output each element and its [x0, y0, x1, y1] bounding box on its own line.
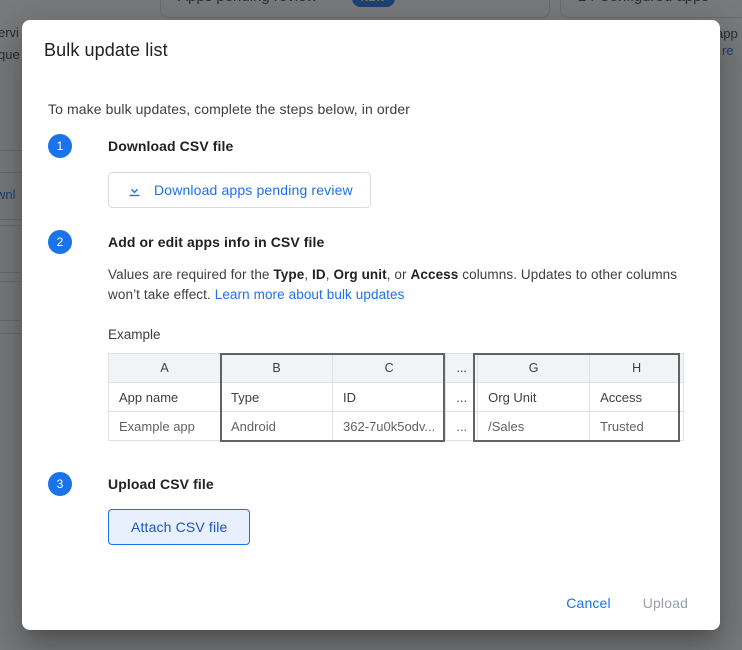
- step-1-download: 1 Download CSV file Download apps pendin…: [44, 134, 698, 208]
- cell-id: ID: [331, 382, 447, 412]
- desc-bold-access: Access: [410, 267, 459, 282]
- learn-more-bulk-updates-link[interactable]: Learn more about bulk updates: [215, 287, 405, 302]
- cell-type: Type: [220, 382, 333, 412]
- step-3-upload: 3 Upload CSV file Attach CSV file: [44, 472, 698, 545]
- dialog-footer: Cancel Upload: [22, 576, 720, 630]
- cancel-button[interactable]: Cancel: [554, 587, 622, 619]
- column-header-h: H: [589, 353, 685, 383]
- cell-org-unit: Org Unit: [477, 382, 591, 412]
- step-2-heading: Add or edit apps info in CSV file: [108, 234, 325, 250]
- step-3-heading: Upload CSV file: [108, 476, 214, 492]
- cell-access-value: Trusted: [589, 411, 685, 441]
- cell-app-name-value: Example app: [108, 411, 221, 441]
- dialog-intro-text: To make bulk updates, complete the steps…: [48, 101, 411, 117]
- dialog-body: To make bulk updates, complete the steps…: [22, 80, 720, 576]
- column-header-g: G: [477, 353, 591, 383]
- desc-sep-3: , or: [386, 267, 411, 282]
- example-csv-table: A B C ... G H App name Type ID ... Org U…: [108, 353, 685, 441]
- download-button-label: Download apps pending review: [154, 182, 353, 198]
- cell-type-value: Android: [220, 411, 333, 441]
- example-table-wrapper: A B C ... G H App name Type ID ... Org U…: [108, 353, 698, 442]
- cell-ellipsis-value: ...: [445, 411, 479, 441]
- cell-access: Access: [589, 382, 685, 412]
- dialog-title: Bulk update list: [44, 40, 168, 60]
- page-root: Apps pending review NEW 24 Configured ap…: [0, 0, 742, 650]
- step-1-number: 1: [48, 134, 72, 158]
- column-header-c: C: [331, 353, 447, 383]
- cell-ellipsis: ...: [445, 382, 479, 412]
- cell-id-value: 362-7u0k5odv...: [331, 411, 447, 441]
- table-row: App name Type ID ... Org Unit Access: [108, 382, 685, 412]
- example-label: Example: [108, 327, 161, 342]
- column-header-a: A: [108, 353, 221, 383]
- desc-bold-org-unit: Org unit: [333, 267, 387, 282]
- cell-app-name: App name: [108, 382, 221, 412]
- desc-bold-type: Type: [273, 267, 305, 282]
- cell-org-unit-value: /Sales: [477, 411, 591, 441]
- table-row: Example app Android 362-7u0k5odv... ... …: [108, 411, 685, 441]
- step-2-number: 2: [48, 230, 72, 254]
- step-2-description: Values are required for the Type, ID, Or…: [108, 265, 698, 305]
- column-header-ellipsis: ...: [445, 353, 479, 383]
- bulk-update-dialog: Bulk update list To make bulk updates, c…: [22, 20, 720, 630]
- step-1-heading: Download CSV file: [108, 138, 234, 154]
- column-header-b: B: [220, 353, 333, 383]
- desc-prefix: Values are required for the: [108, 267, 274, 282]
- attach-csv-file-button[interactable]: Attach CSV file: [108, 509, 251, 545]
- attach-button-label: Attach CSV file: [131, 519, 228, 535]
- step-2-edit: 2 Add or edit apps info in CSV file Valu…: [44, 230, 698, 442]
- desc-sep-1: ,: [304, 267, 313, 282]
- upload-button: Upload: [631, 587, 700, 619]
- desc-bold-id: ID: [312, 267, 326, 282]
- download-icon: [126, 182, 143, 199]
- table-header-row: A B C ... G H: [108, 353, 685, 383]
- download-apps-pending-review-button[interactable]: Download apps pending review: [108, 172, 371, 208]
- step-3-number: 3: [48, 472, 72, 496]
